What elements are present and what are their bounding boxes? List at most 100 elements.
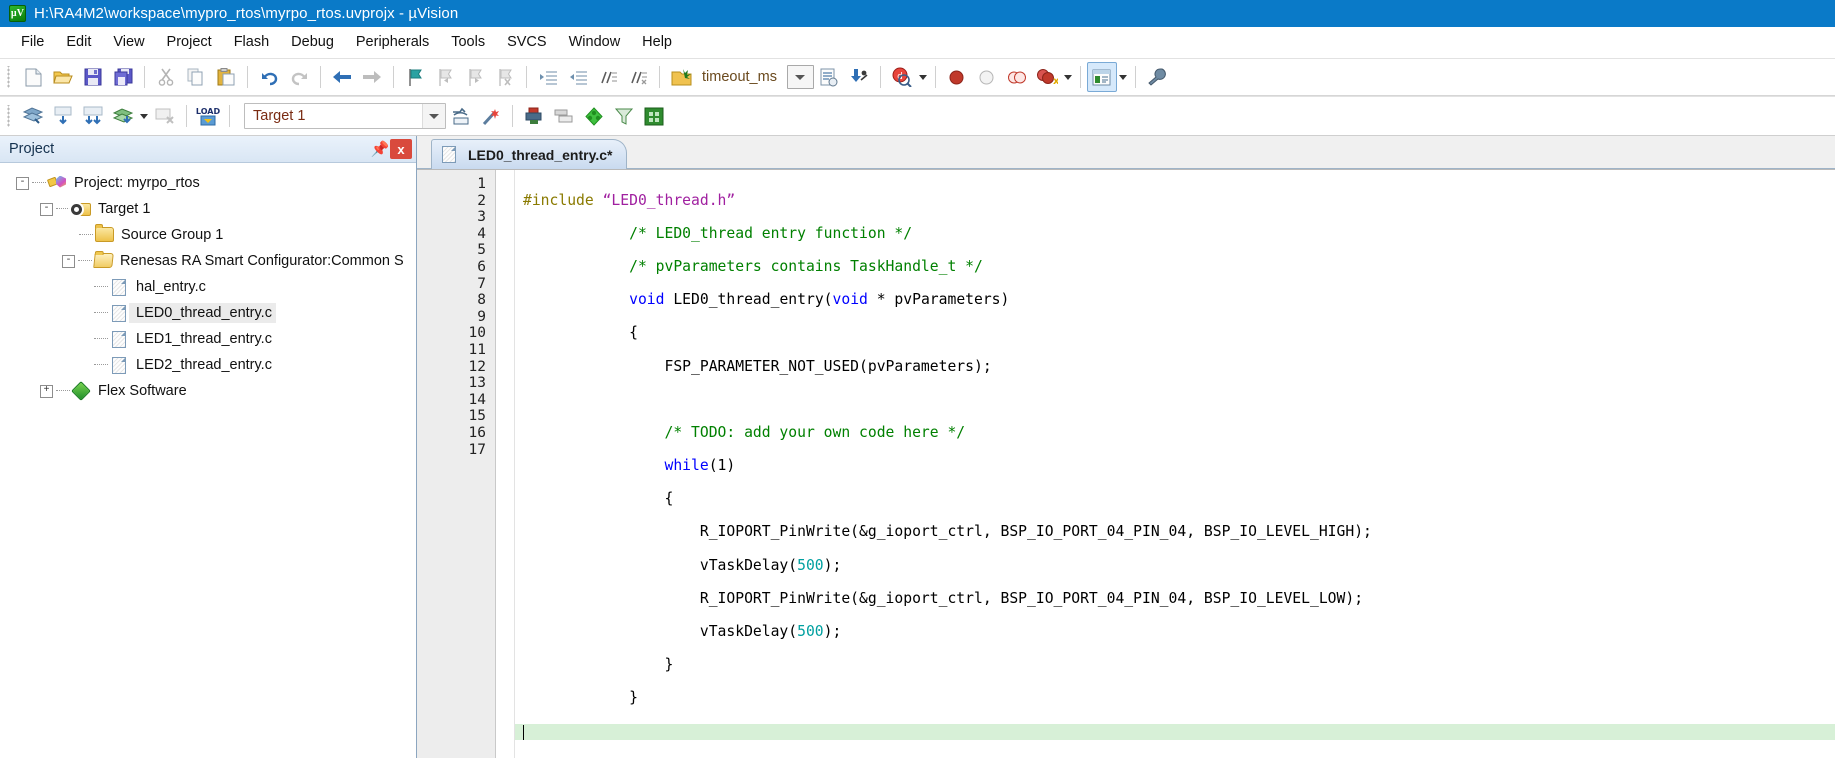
close-icon[interactable]: x (390, 139, 412, 159)
navigate-forward-icon[interactable] (357, 62, 387, 92)
tree-node-flex-software[interactable]: + Flex Software (0, 378, 416, 404)
code-line-9[interactable]: while(1) (515, 457, 1835, 475)
multi-project-icon[interactable] (549, 101, 579, 131)
configuration-wizard-icon[interactable] (1142, 62, 1172, 92)
code-line-13[interactable]: R_IOPORT_PinWrite(&g_ioport_ctrl, BSP_IO… (515, 590, 1835, 608)
code-line-14[interactable]: vTaskDelay(500); (515, 623, 1835, 641)
comment-lines-icon[interactable] (593, 62, 623, 92)
code-line-1[interactable]: #include “LED0_thread.h” (515, 192, 1835, 210)
tree-node-source-group[interactable]: Source Group 1 (0, 222, 416, 248)
menu-svcs[interactable]: SVCS (496, 30, 558, 54)
menu-edit[interactable]: Edit (55, 30, 102, 54)
translate-file-icon[interactable] (18, 101, 48, 131)
code-line-5[interactable]: { (515, 325, 1835, 342)
expander-toggle[interactable]: - (40, 202, 53, 216)
menu-file[interactable]: File (10, 30, 55, 54)
menu-debug[interactable]: Debug (280, 30, 345, 54)
manage-windows-icon[interactable] (1086, 62, 1117, 92)
breakpoints-dropdown-caret[interactable] (1062, 64, 1074, 90)
tab-led0-thread-entry-c[interactable]: LED0_thread_entry.c* (431, 139, 628, 169)
new-file-icon[interactable] (18, 62, 48, 92)
goto-definition-icon[interactable] (666, 62, 696, 92)
open-file-icon[interactable] (48, 62, 78, 92)
run-to-main-icon[interactable] (519, 101, 549, 131)
expander-toggle[interactable]: - (16, 176, 29, 190)
debug-dropdown-caret[interactable] (917, 64, 929, 90)
code-line-7[interactable] (515, 392, 1835, 409)
batch-build-icon[interactable] (108, 101, 138, 131)
copy-icon[interactable] (181, 62, 211, 92)
redo-icon[interactable] (284, 62, 314, 92)
breakpoint-insert-icon[interactable] (942, 62, 972, 92)
tree-node-smart-configurator[interactable]: - Renesas RA Smart Configurator:Common S (0, 248, 416, 274)
code-line-8[interactable]: /* TODO: add your own code here */ (515, 424, 1835, 442)
tree-node-led0-thread-entry-c[interactable]: LED0_thread_entry.c (0, 300, 416, 326)
symbol-field-label[interactable]: timeout_ms (696, 69, 783, 85)
menu-window[interactable]: Window (558, 30, 632, 54)
code-editor[interactable]: 1 2 3 4 5 6 7 8 9 10 11 12 13 14 15 16 1 (417, 169, 1835, 758)
target-options-icon[interactable] (446, 101, 476, 131)
target-selector[interactable]: Target 1 (244, 103, 446, 129)
download-icon[interactable] (844, 62, 874, 92)
code-line-2[interactable]: /* LED0_thread entry function */ (515, 225, 1835, 243)
code-line-15[interactable]: } (515, 657, 1835, 674)
undo-icon[interactable] (254, 62, 284, 92)
bookmark-prev-icon[interactable] (430, 62, 460, 92)
expander-toggle[interactable]: - (62, 254, 75, 268)
download-load-icon[interactable]: LOAD (193, 101, 223, 131)
debug-session-icon[interactable]: d (887, 62, 917, 92)
code-text[interactable]: #include “LED0_thread.h” /* LED0_thread … (515, 170, 1835, 758)
paste-icon[interactable] (211, 62, 241, 92)
breakpoint-disable-all-icon[interactable] (1002, 62, 1032, 92)
selection-margin[interactable] (496, 170, 515, 758)
indent-increase-icon[interactable] (533, 62, 563, 92)
magic-wand-icon[interactable] (476, 101, 506, 131)
code-line-16[interactable]: } (515, 690, 1835, 707)
rebuild-all-icon[interactable] (78, 101, 108, 131)
menu-view[interactable]: View (102, 30, 155, 54)
pack-installer-icon[interactable] (579, 101, 609, 131)
menu-project[interactable]: Project (156, 30, 223, 54)
build-target-icon[interactable] (48, 101, 78, 131)
filter-icon[interactable] (609, 101, 639, 131)
code-line-12[interactable]: vTaskDelay(500); (515, 557, 1835, 575)
code-line-17[interactable] (515, 723, 1835, 741)
code-line-3[interactable]: /* pvParameters contains TaskHandle_t */ (515, 258, 1835, 276)
toolbar-grip[interactable] (6, 105, 13, 127)
code-line-10[interactable]: { (515, 491, 1835, 508)
windows-dropdown-caret[interactable] (1117, 64, 1129, 90)
code-line-4[interactable]: void LED0_thread_entry(void * pvParamete… (515, 291, 1835, 309)
pin-icon[interactable]: 📌 (370, 139, 390, 159)
breakpoint-enable-icon[interactable] (972, 62, 1002, 92)
tree-node-led2-thread-entry-c[interactable]: LED2_thread_entry.c (0, 352, 416, 378)
bookmark-list-icon[interactable] (814, 62, 844, 92)
build-dropdown-caret[interactable] (138, 103, 150, 129)
menu-help[interactable]: Help (631, 30, 683, 54)
menu-tools[interactable]: Tools (440, 30, 496, 54)
symbol-dropdown-button[interactable] (786, 65, 814, 89)
menu-peripherals[interactable]: Peripherals (345, 30, 440, 54)
breakpoint-kill-all-icon[interactable]: x (1032, 62, 1062, 92)
toolbar-grip[interactable] (6, 66, 13, 88)
navigate-back-icon[interactable] (327, 62, 357, 92)
save-all-icon[interactable] (108, 62, 138, 92)
code-canvas[interactable]: #include “LED0_thread.h” /* LED0_thread … (515, 170, 1835, 758)
indent-decrease-icon[interactable] (563, 62, 593, 92)
expander-toggle[interactable]: + (40, 384, 53, 398)
bookmark-clear-icon[interactable] (490, 62, 520, 92)
stop-build-icon[interactable] (150, 101, 180, 131)
bookmark-toggle-icon[interactable] (400, 62, 430, 92)
smart-configurator-icon[interactable] (639, 101, 669, 131)
tree-node-led1-thread-entry-c[interactable]: LED1_thread_entry.c (0, 326, 416, 352)
save-icon[interactable] (78, 62, 108, 92)
chevron-down-icon[interactable] (422, 104, 445, 128)
bookmark-next-icon[interactable] (460, 62, 490, 92)
tree-node-target[interactable]: - Target 1 (0, 196, 416, 222)
menu-flash[interactable]: Flash (223, 30, 280, 54)
tree-node-hal-entry-c[interactable]: hal_entry.c (0, 274, 416, 300)
uncomment-lines-icon[interactable] (623, 62, 653, 92)
tree-node-project[interactable]: - Project: myrpo_rtos (0, 170, 416, 196)
code-line-6[interactable]: FSP_PARAMETER_NOT_USED(pvParameters); (515, 358, 1835, 376)
cut-icon[interactable] (151, 62, 181, 92)
code-line-11[interactable]: R_IOPORT_PinWrite(&g_ioport_ctrl, BSP_IO… (515, 524, 1835, 541)
